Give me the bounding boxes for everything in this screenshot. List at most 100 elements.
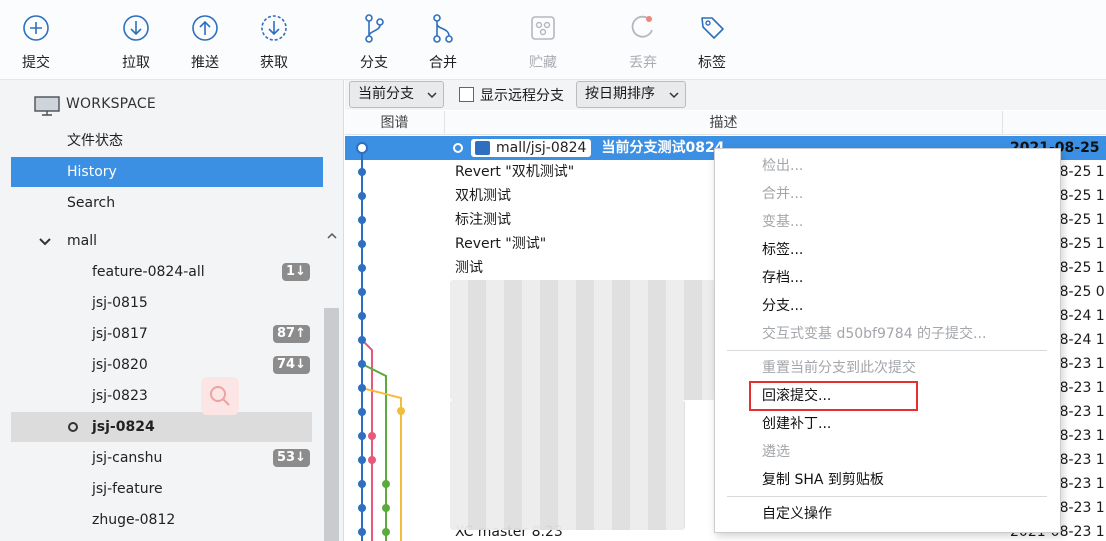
push-button[interactable]: 推送 [175,12,235,72]
graph-node [358,408,366,416]
commit-description: mall/jsj-0824 当前分支测试0824 [453,136,724,160]
chevron-down-icon [39,238,51,246]
branch-button[interactable]: 分支 [344,12,404,72]
menu-separator [727,350,1047,351]
head-indicator-icon [453,143,463,153]
discard-icon [631,15,653,38]
graph-node [358,480,366,488]
redacted-region [450,280,715,400]
sidebar-scrollbar[interactable] [324,308,339,541]
commit-description: 标注测试 [455,208,511,232]
branch-name: jsj-0820 [92,357,148,373]
menu-item-merge[interactable]: 合并... [762,182,803,206]
branch-item[interactable]: jsj-0820 74↓ [11,350,312,380]
branch-item[interactable]: feature-0824-all 1↓ [11,257,312,287]
menu-item-checkout[interactable]: 检出... [762,154,803,178]
branch-item[interactable]: jsj-0823 [11,381,312,411]
graph-node [358,432,366,440]
graph-node [358,384,366,392]
branch-item[interactable]: jsj-0815 [11,288,312,318]
arrow-up-circle-icon [192,15,218,41]
menu-item-reset[interactable]: 重置当前分支到此次提交 [762,356,916,380]
branch-tag[interactable]: mall/jsj-0824 [471,139,592,157]
branch-tag-icon [475,141,490,155]
graph-node [358,360,366,368]
branch-tag-label: mall/jsj-0824 [496,140,587,156]
pull-label: 拉取 [122,55,150,71]
branch-name: jsj-canshu [92,450,163,466]
graph-node [358,216,366,224]
menu-item-copy-sha[interactable]: 复制 SHA 到剪贴板 [762,468,884,492]
toolbar: 提交 拉取 推送 获取 分支 合并 贮藏 丢弃 标签 [0,0,1106,80]
floating-search-button[interactable] [201,377,239,415]
menu-item-tag[interactable]: 标签... [762,238,803,262]
graph-node [358,528,366,536]
scroll-up-icon[interactable] [326,230,338,242]
column-header-description[interactable]: 描述 [445,111,1003,135]
fetch-label: 获取 [260,55,288,71]
commit-message: 双机测试 [455,188,511,204]
graph-node-head [356,142,368,154]
branch-icon [365,14,384,43]
menu-item-custom-actions[interactable]: 自定义操作 [762,502,832,526]
discard-button[interactable]: 丢弃 [613,12,673,72]
graph-node [368,456,376,464]
branch-name: feature-0824-all [92,264,205,280]
sidebar-item-file-status[interactable]: 文件状态 [11,126,323,156]
graph-node [358,504,366,512]
sidebar-item-search[interactable]: Search [11,188,323,218]
branch-label: 分支 [360,55,388,71]
merge-icon [433,14,453,43]
branch-item[interactable]: jsj-feature [11,474,312,504]
branch-item[interactable]: zhuge-0812 [11,505,312,535]
repo-name: mall [67,233,97,249]
tag-button[interactable]: 标签 [682,12,742,72]
branch-name: jsj-0824 [92,419,155,435]
menu-item-cherry-pick[interactable]: 遴选 [762,440,790,464]
graph-line-yellow [361,387,402,541]
show-remote-label: 显示远程分支 [480,88,564,104]
branch-scope-value: 当前分支 [358,86,414,102]
branch-scope-dropdown[interactable]: 当前分支 [349,81,444,108]
menu-item-create-patch[interactable]: 创建补丁... [762,412,831,436]
workspace-title: WORKSPACE [66,96,156,112]
graph-node [358,312,366,320]
graph-node [382,480,390,488]
branch-item-current[interactable]: jsj-0824 [11,412,312,442]
column-header-graph[interactable]: 图谱 [345,111,445,135]
branch-item[interactable]: jsj-canshu 53↓ [11,443,312,473]
chevron-down-icon [427,92,437,99]
stash-button[interactable]: 贮藏 [513,12,573,72]
column-headers: 图谱 描述 [345,111,1106,135]
branch-name: jsj-0823 [92,388,148,404]
search-icon [210,386,230,406]
stash-icon [531,16,555,40]
push-label: 推送 [191,55,219,71]
graph-node [368,432,376,440]
graph-node [358,456,366,464]
branch-item[interactable]: jsj-0817 87↑ [11,319,312,349]
commit-description: 双机测试 [455,184,511,208]
graph-node [358,192,366,200]
graph-node [382,528,390,536]
sidebar-item-history[interactable]: History [11,157,323,187]
show-remote-checkbox[interactable] [459,87,474,102]
commit-button[interactable]: 提交 [6,12,66,72]
menu-item-interactive-rebase[interactable]: 交互式变基 d50bf9784 的子提交... [762,322,986,346]
sort-dropdown[interactable]: 按日期排序 [576,81,686,108]
commit-label: 提交 [22,55,50,71]
commit-message: 当前分支测试0824 [601,140,725,156]
fetch-button[interactable]: 获取 [244,12,304,72]
menu-item-archive[interactable]: 存档... [762,266,803,290]
menu-item-rebase[interactable]: 变基... [762,210,803,234]
commit-description: Revert "双机测试" [455,160,574,184]
pull-button[interactable]: 拉取 [106,12,166,72]
branch-badge: 87↑ [273,325,310,343]
merge-button[interactable]: 合并 [413,12,473,72]
discard-label: 丢弃 [629,55,657,71]
sort-value: 按日期排序 [585,86,655,102]
tag-icon [701,17,724,39]
chevron-down-icon [669,92,679,99]
menu-item-branch[interactable]: 分支... [762,294,803,318]
graph-node [358,168,366,176]
